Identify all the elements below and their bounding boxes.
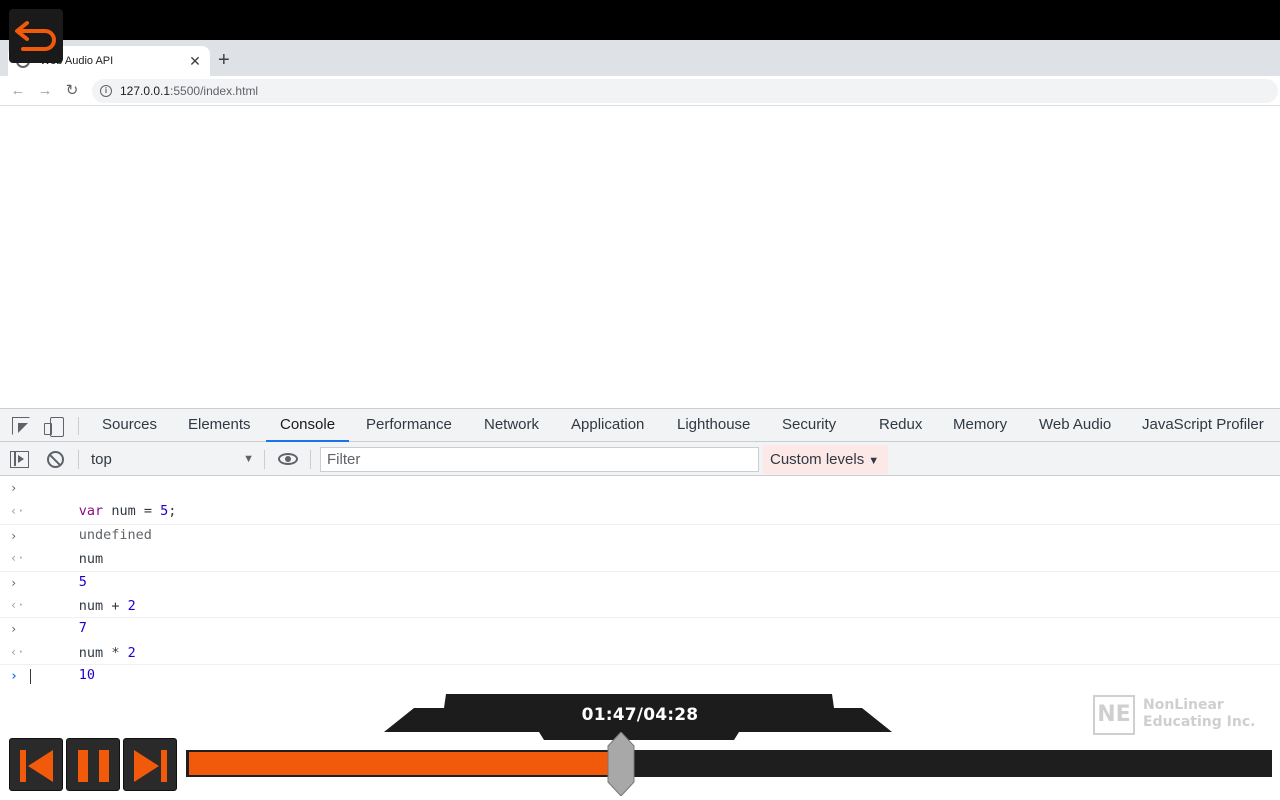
result-chevron-icon: ‹· [10,644,25,659]
live-expression-eye-icon[interactable] [278,453,298,465]
console-input-row: › var num = 5; [0,477,1280,519]
url-host: 127.0.0.1 [120,84,171,98]
console-toolbar: top ▼ Custom levels▼ [0,442,1280,476]
tab-performance[interactable]: Performance [366,409,452,442]
page-viewport [0,106,1280,408]
address-bar: ← → ↻ i 127.0.0.1:5500/index.html [0,76,1280,106]
logo-mark: NE [1093,695,1135,735]
skip-forward-icon [134,750,167,782]
inspect-element-icon[interactable] [12,417,30,435]
context-value: top [91,450,112,468]
input-chevron-icon: › [10,622,18,637]
dropdown-caret-icon: ▼ [243,453,254,465]
tab-console[interactable]: Console [265,409,350,442]
logo-line-2: Educating Inc. [1143,714,1256,730]
console-result-row: ‹· 5 [0,547,1280,589]
console-input-row: › num [0,523,1280,567]
input-chevron-icon: › [10,575,18,590]
toolbar-divider [310,450,311,469]
skip-back-icon [20,750,53,782]
site-info-icon[interactable]: i [100,85,112,97]
new-tab-button[interactable]: + [218,50,230,70]
toolbar-divider [78,450,79,469]
tab-elements[interactable]: Elements [188,409,251,442]
result-chevron-icon: ‹· [10,551,25,566]
forward-arrow-icon[interactable]: → [35,80,55,102]
device-toolbar-icon[interactable] [44,417,64,437]
console-input-row: › num * 2 [0,617,1280,661]
context-selector[interactable]: top ▼ [86,446,258,472]
url-path: :5500/index.html [170,84,259,98]
input-chevron-icon: › [10,528,18,543]
log-levels-dropdown[interactable]: Custom levels ▼ [763,445,888,474]
tab-lighthouse[interactable]: Lighthouse [677,409,750,442]
console-messages: › var num = 5; ‹· undefined › num ‹· 5 › num … [0,477,1280,707]
dropdown-caret-icon: ▼ [868,455,880,467]
tab-strip: Web Audio API ✕ + [0,40,1280,76]
back-arrow-icon[interactable]: ← [8,80,28,102]
text-cursor [30,668,31,684]
seek-bar-handle[interactable] [607,732,635,796]
tab-network[interactable]: Network [484,409,539,442]
log-levels-label: Custom levels [770,451,865,468]
toolbar-divider [264,450,265,469]
filter-input[interactable] [320,447,759,472]
console-prompt[interactable]: › [0,664,1280,688]
return-arrow-icon [15,21,56,51]
publisher-logo: NE NonLinear Educating Inc. [1093,695,1256,735]
console-result-row: ‹· 10 [0,641,1280,683]
tab-redux[interactable]: Redux [879,409,922,442]
tab-web-audio[interactable]: Web Audio [1039,409,1111,442]
tab-memory[interactable]: Memory [953,409,1007,442]
skip-back-button[interactable] [9,738,63,791]
skip-forward-button[interactable] [123,738,177,791]
console-result-row: ‹· undefined [0,500,1280,542]
result-chevron-icon: ‹· [10,504,25,519]
result-chevron-icon: ‹· [10,597,25,612]
return-button[interactable] [9,9,63,63]
pause-button[interactable] [66,738,120,791]
pause-icon [78,750,109,782]
omnibox[interactable]: i 127.0.0.1:5500/index.html [92,79,1278,103]
url-text: 127.0.0.1:5500/index.html [120,84,258,98]
tab-security[interactable]: Security [782,409,836,442]
show-sidebar-icon[interactable] [10,451,29,468]
prompt-chevron-icon: › [10,669,18,685]
tab-application[interactable]: Application [571,409,644,442]
close-tab-icon[interactable]: ✕ [188,53,202,70]
playback-time: 01:47/04:28 [581,705,699,725]
console-input-row: › num + 2 [0,570,1280,614]
video-letterbox-top [0,0,1280,40]
logo-line-1: NonLinear [1143,697,1224,713]
console-result-row: ‹· 7 [0,594,1280,636]
devtools-tab-bar: Sources Elements Console Performance Net… [0,408,1280,442]
seek-bar-progress [189,752,621,775]
clear-console-icon[interactable] [47,451,64,468]
tab-javascript-profiler[interactable]: JavaScript Profiler [1142,409,1264,442]
reload-icon[interactable]: ↻ [62,80,82,102]
input-chevron-icon: › [10,481,18,495]
tab-sources[interactable]: Sources [102,409,157,442]
toolbar-divider [78,417,79,435]
